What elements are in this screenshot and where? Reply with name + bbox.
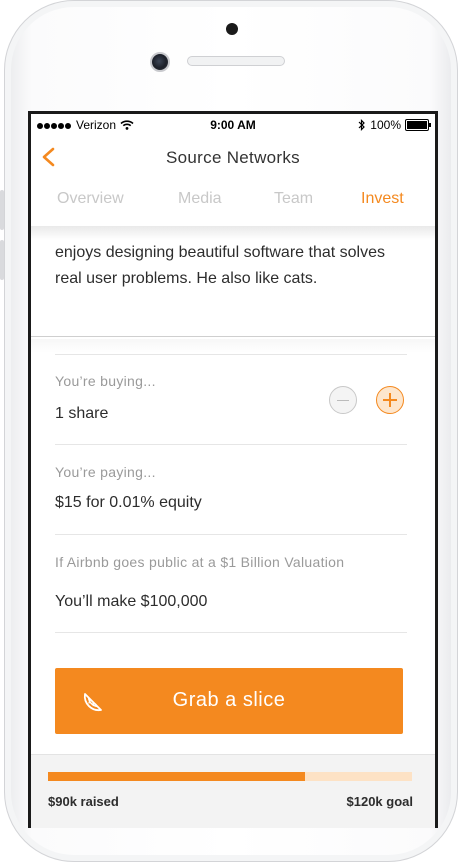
volume-button — [0, 240, 4, 280]
status-bar: Verizon 9:00 AM 100% — [31, 114, 435, 136]
section-divider — [31, 336, 435, 337]
decrease-shares-button[interactable] — [329, 386, 357, 414]
bio-text: enjoys designing beautiful software that… — [55, 244, 385, 287]
battery-icon — [405, 119, 431, 131]
row-divider — [55, 534, 407, 535]
page-title: Source Networks — [166, 148, 300, 167]
funding-progress-fill — [48, 772, 305, 781]
bluetooth-icon — [358, 119, 366, 131]
increase-shares-button[interactable] — [376, 386, 404, 414]
buying-label: You’re buying... — [55, 373, 156, 389]
goal-amount: $120k goal — [346, 794, 414, 809]
front-camera — [226, 23, 238, 35]
tab-team[interactable]: Team — [274, 190, 313, 208]
funding-footer — [31, 754, 435, 828]
raised-amount: $90k raised — [48, 794, 119, 809]
tab-media[interactable]: Media — [178, 190, 222, 208]
earpiece-speaker — [187, 56, 285, 66]
cta-label: Grab a slice — [172, 689, 286, 711]
tab-overview[interactable]: Overview — [57, 190, 124, 208]
navigation-bar: Source Networks — [31, 136, 435, 180]
section-shadow — [31, 339, 435, 353]
paying-value: $15 for 0.01% equity — [55, 494, 202, 511]
row-divider — [55, 632, 407, 633]
tab-bar: Overview Media Team Invest — [31, 190, 435, 220]
paying-label: You’re paying... — [55, 464, 156, 480]
grab-a-slice-button[interactable]: Grab a slice — [55, 668, 403, 734]
projection-label: If Airbnb goes public at a $1 Billion Va… — [55, 554, 345, 570]
battery-percent: 100% — [370, 118, 401, 132]
projection-value: You’ll make $100,000 — [55, 593, 208, 610]
row-divider — [55, 444, 407, 445]
volume-button — [0, 190, 4, 230]
app-screen: Verizon 9:00 AM 100% Source Networks Ove… — [28, 111, 438, 828]
funding-progress-bar — [48, 772, 412, 781]
proximity-sensor — [150, 52, 170, 72]
tab-bar-shadow — [31, 226, 435, 240]
row-divider — [55, 354, 407, 355]
tab-invest[interactable]: Invest — [361, 190, 404, 208]
